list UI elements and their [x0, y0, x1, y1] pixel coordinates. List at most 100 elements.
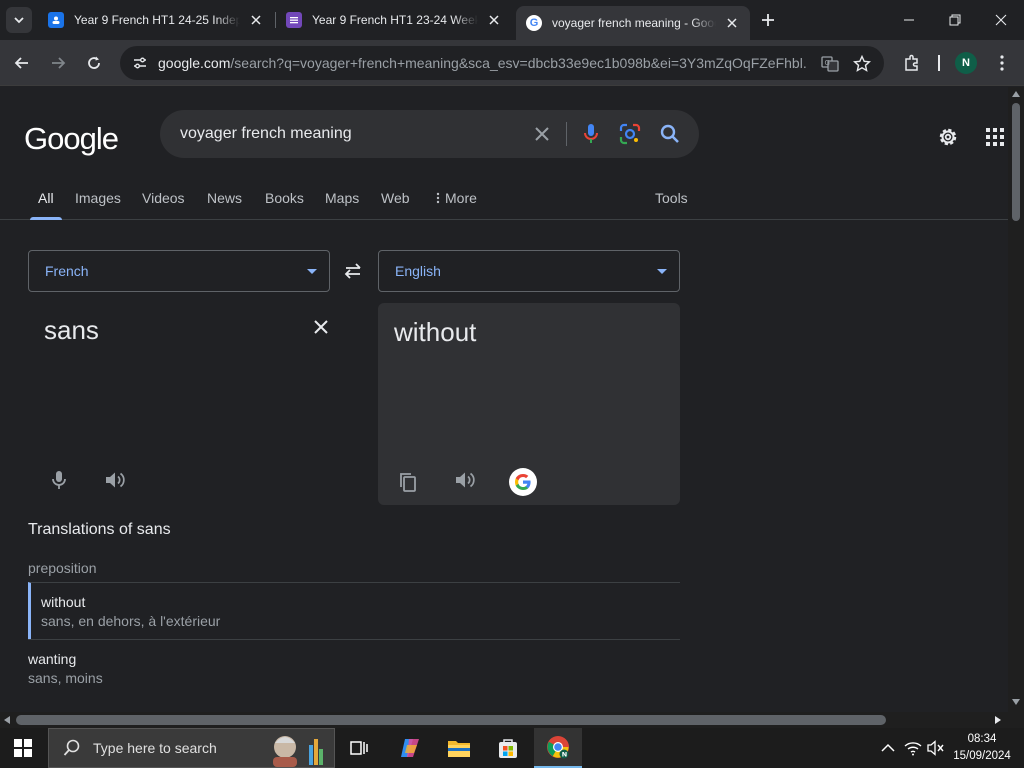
taskbar-microsoft-store[interactable] [484, 728, 532, 768]
profile-avatar[interactable]: N [955, 52, 977, 74]
tab-title: Year 9 French HT1 23-24 Week 1 [312, 13, 478, 27]
chevron-down-icon [14, 17, 24, 24]
taskbar-chrome[interactable]: N [534, 728, 582, 768]
more-vertical-icon [436, 192, 440, 204]
translation-word: without [41, 594, 86, 610]
close-icon[interactable] [248, 12, 264, 28]
search-icon [63, 739, 80, 756]
address-bar[interactable]: google.com/search?q=voyager+french+meani… [120, 46, 884, 80]
horizontal-scrollbar-thumb[interactable] [16, 715, 886, 725]
copilot-icon [401, 739, 419, 757]
svg-text:N: N [562, 751, 567, 759]
search-box[interactable] [160, 110, 699, 158]
tab-books[interactable]: Books [265, 190, 304, 220]
taskbar-file-explorer[interactable] [435, 728, 483, 768]
horizontal-scrollbar[interactable] [0, 712, 1024, 728]
close-icon[interactable] [486, 12, 502, 28]
vertical-scrollbar[interactable] [1008, 87, 1024, 712]
search-icon[interactable] [658, 122, 682, 146]
clear-search-icon[interactable] [530, 122, 554, 146]
speaker-icon[interactable] [453, 468, 477, 492]
close-window-button[interactable] [978, 0, 1024, 40]
translation-entry[interactable]: without sans, en dehors, à l'extérieur [28, 582, 680, 639]
show-hidden-icons-chevron-icon[interactable] [878, 738, 898, 758]
extensions-button[interactable] [898, 49, 926, 77]
restore-button[interactable] [932, 0, 978, 40]
clear-source-icon[interactable] [309, 315, 333, 339]
tools-button[interactable]: Tools [655, 190, 688, 220]
source-language-select[interactable]: French [28, 250, 330, 292]
translations-heading: Translations of sans [28, 521, 171, 538]
browser-tab-2[interactable]: Year 9 French HT1 23-24 Week 1 [276, 6, 512, 34]
reload-button[interactable] [80, 49, 108, 77]
microphone-icon[interactable] [579, 122, 603, 146]
url-text: google.com/search?q=voyager+french+meani… [158, 55, 808, 71]
search-input[interactable] [180, 122, 520, 146]
translate-icon[interactable]: G [820, 54, 840, 74]
browser-menu-button[interactable] [988, 49, 1016, 77]
new-tab-button[interactable] [757, 9, 779, 31]
restore-icon [949, 14, 961, 26]
speaker-icon[interactable] [103, 468, 127, 492]
volume-muted-icon[interactable] [926, 738, 946, 758]
browser-tab-active[interactable]: G voyager french meaning - Goog [516, 6, 750, 40]
copy-icon[interactable] [396, 470, 420, 494]
browser-toolbar: google.com/search?q=voyager+french+meani… [0, 40, 1024, 86]
tab-images[interactable]: Images [75, 190, 121, 220]
chrome-icon: N [547, 736, 569, 759]
tab-more-label: More [445, 190, 477, 206]
google-classroom-icon [48, 12, 64, 28]
target-language-label: English [395, 263, 441, 279]
network-wifi-icon[interactable] [903, 738, 923, 758]
windows-start-button[interactable] [14, 739, 32, 757]
taskbar-copilot[interactable] [386, 728, 434, 768]
folder-icon [448, 741, 470, 757]
tab-maps[interactable]: Maps [325, 190, 359, 220]
search-highlight-illustration [267, 731, 329, 767]
settings-gear-icon[interactable] [935, 124, 961, 150]
tab-videos[interactable]: Videos [142, 190, 185, 220]
scroll-down-arrow-icon[interactable] [1012, 699, 1020, 705]
svg-text:G: G [825, 59, 830, 67]
taskbar-clock[interactable]: 08:34 15/09/2024 [946, 731, 1018, 765]
forward-button[interactable] [44, 49, 72, 77]
scroll-right-arrow-icon[interactable] [995, 716, 1001, 724]
plus-icon [762, 14, 774, 26]
translation-entry[interactable]: wanting sans, moins [28, 639, 680, 699]
clock-time: 08:34 [967, 733, 997, 745]
task-view-icon [350, 741, 368, 755]
google-lens-icon[interactable] [618, 122, 642, 146]
google-logo[interactable]: Google [24, 121, 119, 157]
task-view-button[interactable] [336, 728, 384, 768]
google-apps-icon[interactable] [982, 124, 1008, 150]
tab-all[interactable]: All [30, 190, 61, 220]
toolbar-divider [938, 55, 940, 71]
target-language-select[interactable]: English [378, 250, 680, 292]
taskbar-search-box[interactable]: Type here to search [48, 728, 335, 768]
minimize-button[interactable] [886, 0, 932, 40]
microphone-outline-icon[interactable] [47, 468, 71, 492]
arrow-right-icon [52, 57, 66, 69]
browser-tab-strip: Year 9 French HT1 24-25 Indepen Year 9 F… [0, 0, 1024, 40]
google-g-icon: G [526, 15, 542, 31]
site-info-icon[interactable] [128, 55, 152, 71]
close-icon[interactable] [724, 15, 740, 31]
dropdown-caret-icon [307, 269, 317, 274]
scroll-up-arrow-icon[interactable] [1012, 91, 1020, 97]
vertical-scrollbar-thumb[interactable] [1012, 103, 1020, 221]
source-text-input[interactable]: sans [44, 315, 99, 346]
tab-search-button[interactable] [6, 7, 32, 33]
back-button[interactable] [8, 49, 36, 77]
browser-tab-1[interactable]: Year 9 French HT1 24-25 Indepen [38, 6, 274, 34]
url-host: google.com [158, 55, 231, 71]
tab-web[interactable]: Web [381, 190, 410, 220]
bookmark-star-icon[interactable] [852, 54, 872, 74]
reload-icon [88, 56, 100, 69]
tab-news[interactable]: News [207, 190, 242, 220]
url-path: /search?q=voyager+french+meaning&sca_esv… [230, 55, 808, 71]
swap-languages-button[interactable] [341, 260, 365, 282]
scroll-left-arrow-icon[interactable] [4, 716, 10, 724]
search-results-page: Google All Images Videos [0, 87, 1008, 712]
tab-more[interactable]: More [436, 190, 477, 220]
google-translate-icon[interactable] [509, 468, 537, 496]
